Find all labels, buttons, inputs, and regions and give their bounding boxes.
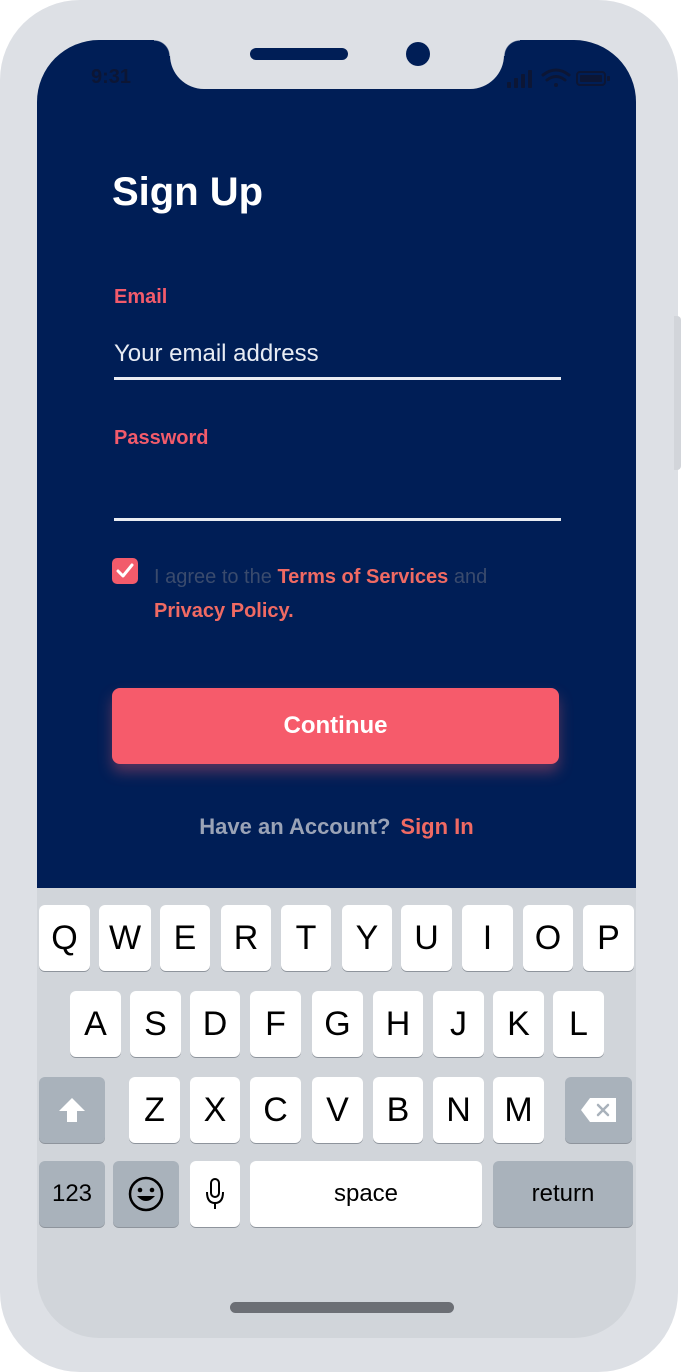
key-x[interactable]: X <box>190 1077 240 1143</box>
key-f[interactable]: F <box>250 991 301 1057</box>
key-z[interactable]: Z <box>129 1077 180 1143</box>
wifi-icon <box>541 68 571 87</box>
continue-button[interactable]: Continue <box>112 688 559 764</box>
backspace-icon <box>580 1098 616 1122</box>
have-account-text: Have an Account? <box>199 814 391 839</box>
key-s[interactable]: S <box>130 991 181 1057</box>
key-p[interactable]: P <box>583 905 634 971</box>
key-o[interactable]: O <box>523 905 573 971</box>
agree-and: and <box>453 566 488 588</box>
email-label: Email <box>114 286 168 308</box>
signup-view: 9:31 Sign Up Email Your email address Pa… <box>37 40 636 888</box>
key-h[interactable]: H <box>373 991 423 1057</box>
key-v[interactable]: V <box>312 1077 363 1143</box>
home-indicator <box>230 1302 454 1313</box>
agree-checkbox[interactable] <box>112 558 138 584</box>
password-label: Password <box>114 427 209 449</box>
emoji-key[interactable] <box>113 1161 179 1227</box>
agree-prefix: I agree to the <box>154 566 272 588</box>
key-k[interactable]: K <box>493 991 544 1057</box>
numbers-key[interactable]: 123 <box>39 1161 105 1227</box>
key-n[interactable]: N <box>433 1077 484 1143</box>
key-e[interactable]: E <box>160 905 210 971</box>
key-i[interactable]: I <box>462 905 513 971</box>
terms-link[interactable]: Terms of Services <box>277 566 448 588</box>
backspace-key[interactable] <box>565 1077 632 1143</box>
key-b[interactable]: B <box>373 1077 423 1143</box>
email-field[interactable]: Your email address <box>114 330 561 380</box>
status-time: 9:31 <box>91 66 132 88</box>
key-r[interactable]: R <box>221 905 271 971</box>
key-w[interactable]: W <box>99 905 151 971</box>
microphone-icon <box>206 1178 224 1209</box>
key-y[interactable]: Y <box>342 905 392 971</box>
sign-in-link[interactable]: Sign In <box>400 814 473 839</box>
front-camera <box>406 42 430 66</box>
shift-key[interactable] <box>39 1077 105 1143</box>
status-icons <box>507 68 610 88</box>
password-field[interactable] <box>114 471 561 521</box>
privacy-link[interactable]: Privacy Policy. <box>154 600 294 622</box>
emoji-icon <box>128 1176 164 1212</box>
key-c[interactable]: C <box>250 1077 301 1143</box>
key-j[interactable]: J <box>433 991 484 1057</box>
battery-icon <box>576 71 610 86</box>
side-button <box>674 316 681 470</box>
dictation-key[interactable] <box>190 1161 240 1227</box>
phone-screen: 9:31 Sign Up Email Your email address Pa… <box>37 40 636 1338</box>
key-d[interactable]: D <box>190 991 240 1057</box>
key-m[interactable]: M <box>493 1077 544 1143</box>
key-q[interactable]: Q <box>39 905 90 971</box>
email-placeholder: Your email address <box>114 340 319 367</box>
key-l[interactable]: L <box>553 991 604 1057</box>
agree-text: I agree to the Terms of Services and Pri… <box>154 560 574 628</box>
earpiece-speaker <box>250 48 348 60</box>
shift-arrow-icon <box>59 1098 85 1122</box>
key-u[interactable]: U <box>401 905 452 971</box>
key-a[interactable]: A <box>70 991 121 1057</box>
have-account-row: Have an Account? Sign In <box>37 814 636 840</box>
key-t[interactable]: T <box>281 905 331 971</box>
signal-icon <box>507 70 532 88</box>
key-g[interactable]: G <box>312 991 363 1057</box>
space-key[interactable]: space <box>250 1161 482 1227</box>
return-key[interactable]: return <box>493 1161 633 1227</box>
page-title: Sign Up <box>112 170 264 214</box>
checkmark-icon <box>116 563 134 578</box>
